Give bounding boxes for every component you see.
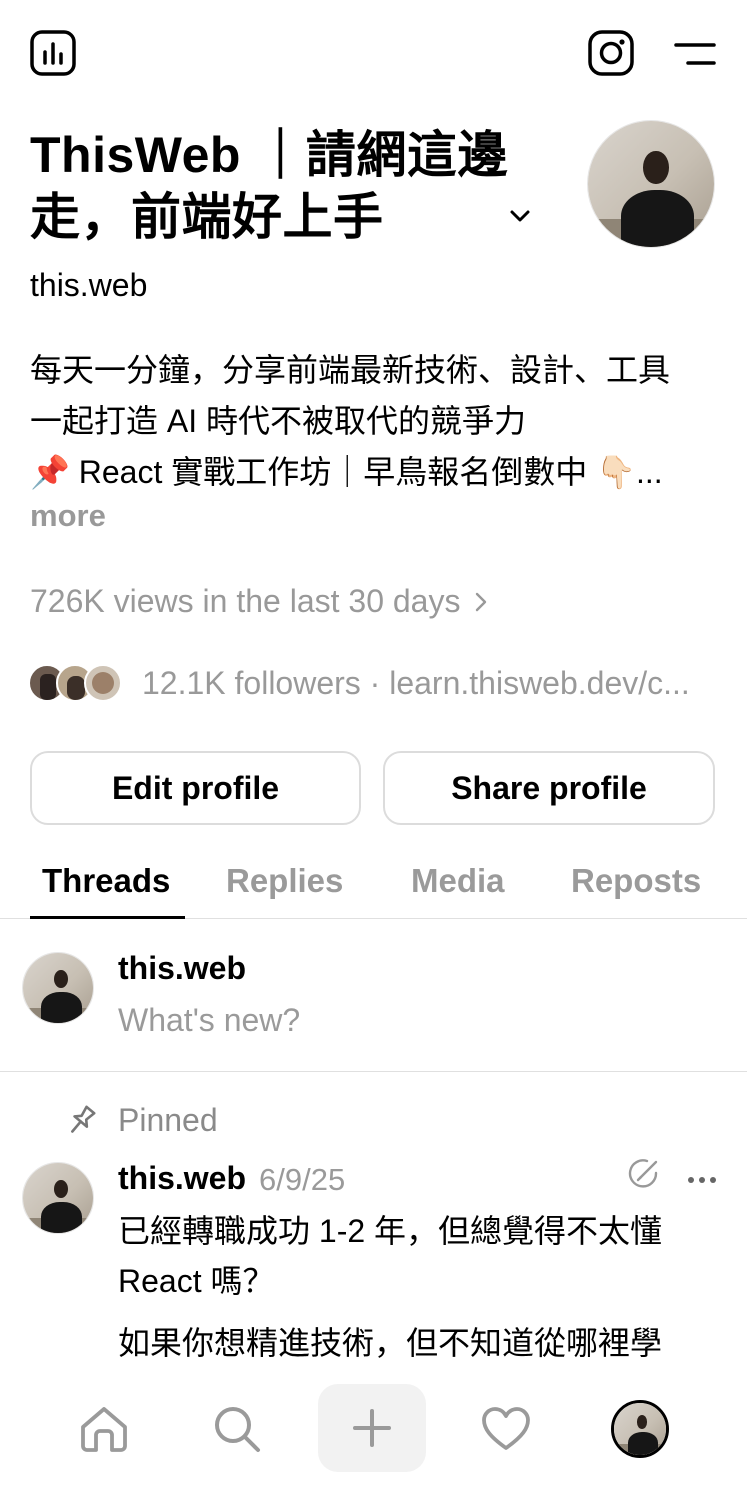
bio-line: 每天一分鐘，分享前端最新技術、設計、工具 <box>30 352 671 388</box>
tab-media[interactable]: Media <box>411 862 505 900</box>
post-text-line: 已經轉職成功 1-2 年，但總覺得不太懂 <box>118 1213 663 1249</box>
profile-tabs: Threads Replies Media Reposts <box>0 846 747 919</box>
edit-circle-icon <box>628 1159 658 1188</box>
new-thread-composer[interactable]: this.web What's new? <box>0 920 747 1072</box>
profile-name: ThisWeb ｜請網這邊 走，前端好上手 <box>30 124 550 248</box>
post-body[interactable]: 已經轉職成功 1-2 年，但總覺得不太懂 React 嗎？ <box>118 1206 718 1306</box>
profile-bio: 每天一分鐘，分享前端最新技術、設計、工具 一起打造 AI 時代不被取代的競爭力 … <box>30 345 720 498</box>
bio-line: 📌 React 實戰工作坊｜早鳥報名倒數中 👇🏻... <box>30 454 663 490</box>
chevron-right-icon <box>476 592 487 612</box>
post-date: 6/9/25 <box>259 1162 346 1197</box>
avatar <box>611 1400 669 1458</box>
bar-chart-square-icon <box>30 30 76 76</box>
post-text-line: React 嗎？ <box>118 1263 275 1299</box>
edit-post-button[interactable] <box>624 1154 664 1194</box>
tab-replies[interactable]: Replies <box>226 862 343 900</box>
heart-icon <box>482 1407 530 1450</box>
pin-icon <box>71 1105 96 1133</box>
nav-search[interactable] <box>187 1384 287 1474</box>
instagram-button[interactable] <box>588 30 634 76</box>
tab-reposts[interactable]: Reposts <box>571 862 701 900</box>
avatar[interactable] <box>22 1162 94 1234</box>
pinned-label: Pinned <box>118 1102 218 1138</box>
bio-more-link[interactable]: more <box>30 498 106 534</box>
search-icon <box>215 1407 260 1452</box>
nav-activity[interactable] <box>456 1384 556 1474</box>
profile-name-line-1: ThisWeb ｜請網這邊 <box>30 127 508 183</box>
profile-username: this.web <box>30 267 148 303</box>
composer-username: this.web <box>118 950 247 986</box>
bio-line: 一起打造 AI 時代不被取代的競爭力 <box>30 403 527 439</box>
composer-placeholder[interactable]: What's new? <box>118 1002 300 1039</box>
plus-icon <box>353 1409 391 1447</box>
home-icon <box>81 1407 127 1452</box>
views-text: 726K views in the last 30 days <box>30 583 461 619</box>
views-insight-link[interactable]: 726K views in the last 30 days <box>30 583 489 620</box>
insights-button[interactable] <box>30 30 76 76</box>
follower-avatar <box>84 664 122 702</box>
post-more-button[interactable] <box>684 1162 720 1198</box>
tab-threads[interactable]: Threads <box>42 862 170 900</box>
share-profile-button[interactable]: Share profile <box>383 751 715 825</box>
profile-avatar[interactable] <box>587 120 715 248</box>
chevron-down-icon <box>510 210 530 222</box>
active-tab-indicator <box>30 916 185 919</box>
more-horizontal-icon <box>688 1177 716 1183</box>
profile-switch-chevron[interactable] <box>504 200 536 232</box>
nav-profile[interactable] <box>590 1384 690 1474</box>
bottom-navigation <box>0 1376 747 1486</box>
post-text-line: 如果你想精進技術，但不知道從哪裡學 <box>118 1325 663 1361</box>
followers-text: 12.1K followers · learn.thisweb.dev/c... <box>142 665 690 701</box>
followers-row[interactable]: 12.1K followers · learn.thisweb.dev/c... <box>28 662 728 706</box>
instagram-icon <box>588 30 634 76</box>
nav-home[interactable] <box>54 1384 154 1474</box>
menu-icon <box>674 43 716 65</box>
avatar <box>22 952 94 1024</box>
menu-button[interactable] <box>672 36 718 72</box>
edit-profile-button[interactable]: Edit profile <box>30 751 361 825</box>
profile-name-line-2: 走，前端好上手 <box>30 189 384 245</box>
post-username[interactable]: this.web <box>118 1160 246 1197</box>
nav-create[interactable] <box>318 1384 426 1472</box>
